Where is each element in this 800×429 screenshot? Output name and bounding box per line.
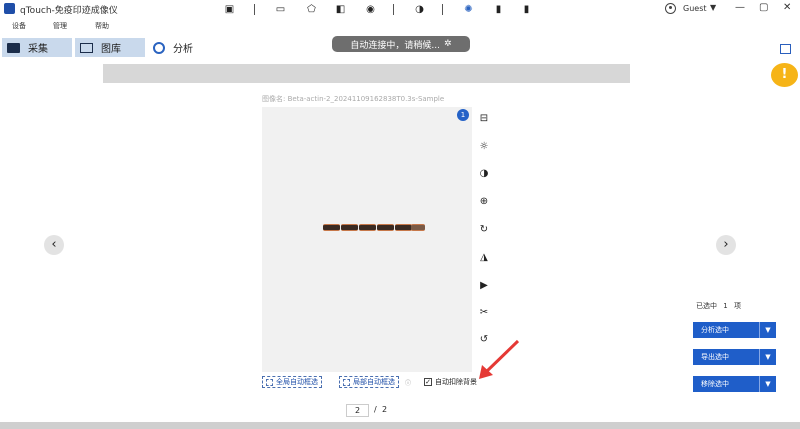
select-box-icon (343, 378, 350, 386)
western-blot-bands (323, 224, 427, 232)
gallery-icon (80, 42, 93, 53)
image-name: 图像名: Beta-actin-2_20241109162838T0.3s-Sa… (262, 95, 445, 103)
tab-label: 采集 (28, 44, 48, 55)
select-box-icon (266, 378, 273, 386)
blot-band (341, 224, 358, 231)
rotate-icon[interactable]: ↻ (478, 223, 490, 235)
brightness-icon[interactable]: ☼ (478, 140, 490, 152)
prev-image-button[interactable]: ‹ (44, 235, 64, 255)
flip-horizontal-icon[interactable]: ▶ (478, 279, 490, 291)
title-bar (0, 0, 800, 18)
image-add-icon[interactable]: ▣ (223, 3, 236, 16)
tab-label: 分析 (173, 44, 193, 55)
blot-band (359, 224, 376, 231)
page-number-input[interactable]: 2 (346, 404, 369, 417)
page-separator: / (374, 405, 377, 414)
analysis-icon (153, 41, 165, 54)
minimize-button[interactable]: — (735, 2, 745, 13)
status-bar (0, 422, 800, 429)
warning-icon[interactable]: ! (771, 63, 798, 87)
user-icon[interactable] (665, 3, 676, 14)
tab-capture[interactable]: 采集 (2, 38, 72, 57)
local-auto-select-button[interactable]: 局部自动框选 (339, 376, 399, 388)
layout-icon[interactable] (780, 44, 791, 54)
blot-band (377, 224, 394, 231)
chevron-down-icon[interactable]: ▼ (710, 3, 716, 12)
selected-count: 已选中 1 项 (696, 302, 741, 310)
bar-chart-icon[interactable]: ▮ (492, 3, 505, 16)
chevron-down-icon[interactable]: ▼ (759, 322, 776, 338)
toolbar-divider (442, 4, 443, 15)
menu-help[interactable]: 帮助 (95, 21, 109, 31)
crop-icon[interactable]: ✂ (478, 306, 490, 318)
menu-device[interactable]: 设备 (12, 21, 26, 31)
analyze-selected-button[interactable]: 分析选中 ▼ (693, 322, 776, 338)
menu-manage[interactable]: 管理 (53, 21, 67, 31)
export-selected-button[interactable]: 导出选中 ▼ (693, 349, 776, 365)
global-auto-select-button[interactable]: 全局自动框选 (262, 376, 322, 388)
blot-band (395, 224, 412, 231)
remove-selected-button[interactable]: 移除选中 ▼ (693, 376, 776, 392)
image-canvas[interactable] (262, 107, 472, 372)
rectangle-select-icon[interactable]: ▭ (274, 3, 287, 16)
close-button[interactable]: ✕ (783, 2, 791, 13)
page-total: 2 (382, 405, 388, 414)
image-count-badge: 1 (457, 109, 469, 121)
tab-analysis[interactable]: 分析 (148, 38, 220, 57)
spinner-icon: ✲ (444, 39, 452, 49)
window-title: qTouch-免疫印迹成像仪 (20, 6, 118, 16)
auto-bg-subtract-checkbox[interactable]: ✓ 自动扣除背景 (424, 377, 477, 387)
adjust-icon[interactable]: ⊟ (478, 112, 490, 124)
eye-icon[interactable]: ◉ (364, 3, 377, 16)
chevron-down-icon[interactable]: ▼ (759, 376, 776, 392)
compare-icon[interactable]: ◧ (334, 3, 347, 16)
red-arrow-annotation (479, 339, 520, 379)
contrast-icon[interactable]: ◑ (478, 167, 490, 179)
zoom-icon[interactable]: ⊕ (478, 195, 490, 207)
auto-expose-icon[interactable]: ✺ (462, 3, 475, 16)
info-icon[interactable]: ⓘ (405, 378, 411, 387)
app-logo-icon (4, 3, 15, 14)
contrast-icon[interactable]: ◑ (413, 3, 426, 16)
connection-status: 自动连接中，请稍候... ✲ (332, 36, 470, 52)
checkbox-checked-icon[interactable]: ✓ (424, 378, 432, 386)
barcode-icon[interactable]: ▮ (520, 3, 533, 16)
tab-gallery[interactable]: 图库 (75, 38, 145, 57)
image-toolbar (103, 64, 630, 83)
status-text: 自动连接中，请稍候... (350, 40, 441, 51)
blot-band (411, 224, 425, 231)
next-image-button[interactable]: › (716, 235, 736, 255)
maximize-button[interactable]: ▢ (759, 2, 768, 13)
chevron-down-icon[interactable]: ▼ (759, 349, 776, 365)
toolbar-divider (393, 4, 394, 15)
flip-vertical-icon[interactable]: ◮ (478, 251, 490, 263)
camera-icon (7, 42, 20, 53)
user-name[interactable]: Guest (683, 4, 707, 13)
blot-band (323, 224, 340, 231)
tab-label: 图库 (101, 44, 121, 55)
polygon-select-icon[interactable]: ⬠ (305, 3, 318, 16)
toolbar-divider (254, 4, 255, 15)
